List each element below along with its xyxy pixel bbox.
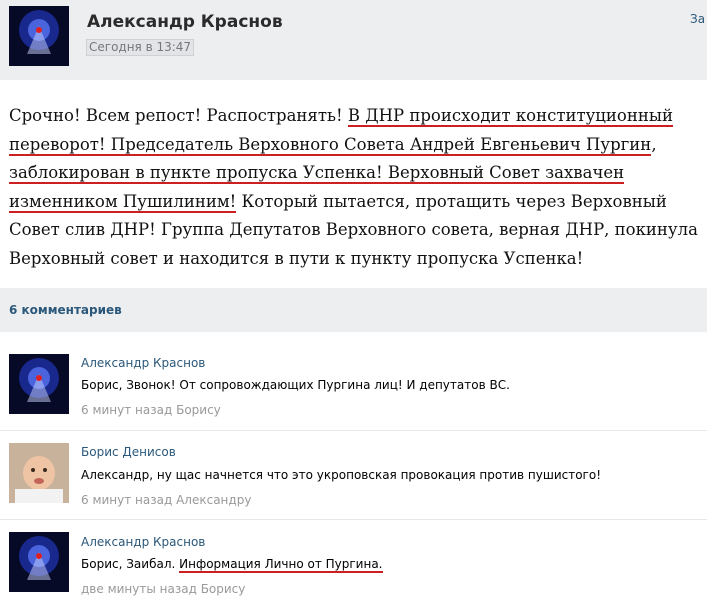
avatar-image: [9, 6, 69, 66]
divider: [0, 519, 707, 520]
post-text-part: ,: [651, 134, 657, 154]
comment-text: Борис, Заибал. Информация Лично от Пурги…: [81, 557, 383, 573]
comment-text-part: Борис, Заибал.: [81, 557, 180, 571]
comment-text: Александр, ну щас начнется что это укроп…: [81, 468, 602, 482]
comment-author[interactable]: Александр Краснов: [81, 356, 205, 370]
comment-meta[interactable]: 6 минут назад Александру: [81, 493, 251, 507]
comment-author[interactable]: Борис Денисов: [81, 445, 176, 459]
comments-header: 6 комментариев: [0, 288, 707, 332]
top-right-link[interactable]: За: [690, 12, 705, 26]
highlighted-phrase: заблокирован в пункте пропуска Успенка! …: [9, 163, 625, 184]
post-timestamp[interactable]: Сегодня в 13:47: [86, 39, 195, 56]
comments-count-link[interactable]: 6 комментариев: [9, 303, 122, 317]
comment-author[interactable]: Александр Краснов: [81, 535, 205, 549]
author-avatar[interactable]: [9, 6, 69, 66]
comment-text: Борис, Звонок! От сопровождающих Пургина…: [81, 378, 510, 392]
comment-avatar[interactable]: [9, 354, 69, 414]
highlighted-phrase: изменником Пушилиним!: [9, 191, 237, 213]
post-author-name[interactable]: Александр Краснов: [87, 12, 283, 32]
avatar-image: [9, 354, 69, 414]
highlighted-phrase: В ДНР происходит конституционный: [347, 106, 673, 127]
comment-item: Александр Краснов Борис, Заибал. Информа…: [0, 522, 707, 604]
avatar-image: [9, 532, 69, 592]
comment-item: Борис Денисов Александр, ну щас начнется…: [0, 433, 707, 517]
comment-item: Александр Краснов Борис, Звонок! От сопр…: [0, 344, 707, 422]
comment-avatar[interactable]: [9, 532, 69, 592]
comment-avatar[interactable]: [9, 443, 69, 503]
post-text: Срочно! Всем репост! Распостранять! В ДН…: [9, 102, 701, 273]
post-header: Александр Краснов Сегодня в 13:47 За: [0, 0, 707, 80]
highlighted-phrase: переворот! Председатель Верховного Совет…: [9, 134, 652, 156]
divider: [0, 430, 707, 431]
highlighted-phrase: Информация Лично от Пургина.: [179, 557, 383, 573]
post-text-part: Срочно! Всем репост! Распостранять!: [9, 106, 348, 125]
avatar-image: [9, 443, 69, 503]
comment-meta[interactable]: две минуты назад Борису: [81, 582, 245, 596]
comment-meta[interactable]: 6 минут назад Борису: [81, 403, 221, 417]
